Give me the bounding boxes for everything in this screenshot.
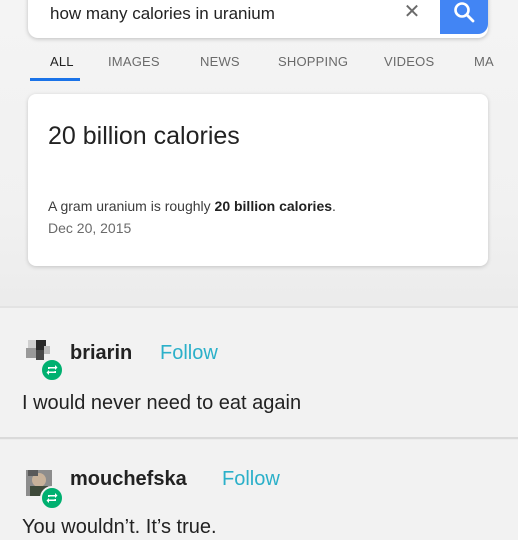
tab-news[interactable]: NEWS — [200, 54, 240, 69]
search-screenshot: how many calories in uranium ✕ ALL IMAGE… — [0, 0, 518, 300]
follow-button[interactable]: Follow — [222, 468, 280, 491]
snippet-end: . — [332, 198, 336, 214]
snippet-text: A gram uranium is roughly — [48, 198, 215, 214]
search-bar[interactable]: how many calories in uranium ✕ — [28, 0, 488, 38]
search-input[interactable]: how many calories in uranium — [50, 4, 275, 24]
reblog-post: mouchefska Follow You wouldn’t. It’s tru… — [0, 440, 518, 540]
tab-videos[interactable]: VIDEOS — [384, 54, 434, 69]
reblog-post: briarin Follow I would never need to eat… — [0, 308, 518, 438]
post-username[interactable]: mouchefska — [70, 468, 187, 491]
answer-snippet: A gram uranium is roughly 20 billion cal… — [48, 198, 336, 214]
post-username[interactable]: briarin — [70, 342, 132, 365]
search-button[interactable] — [440, 0, 488, 34]
search-tabs: ALL IMAGES NEWS SHOPPING VIDEOS MA — [28, 54, 518, 88]
tab-more[interactable]: MA — [474, 54, 494, 69]
tab-all[interactable]: ALL — [50, 54, 74, 69]
tab-shopping[interactable]: SHOPPING — [278, 54, 348, 69]
active-tab-indicator — [30, 78, 80, 81]
divider — [0, 437, 518, 439]
post-text: I would never need to eat again — [22, 392, 302, 414]
snippet-date: Dec 20, 2015 — [48, 220, 132, 236]
reblog-icon — [40, 358, 64, 382]
follow-button[interactable]: Follow — [160, 342, 218, 365]
tab-images[interactable]: IMAGES — [108, 54, 160, 69]
reblog-icon — [40, 486, 64, 510]
featured-answer: 20 billion calories — [48, 122, 240, 150]
post-text: You wouldn’t. It’s true. — [22, 516, 217, 538]
answer-card: 20 billion calories A gram uranium is ro… — [28, 94, 488, 266]
search-icon — [454, 2, 475, 23]
snippet-bold-text: 20 billion calories — [214, 198, 333, 214]
close-icon[interactable]: ✕ — [402, 2, 422, 22]
